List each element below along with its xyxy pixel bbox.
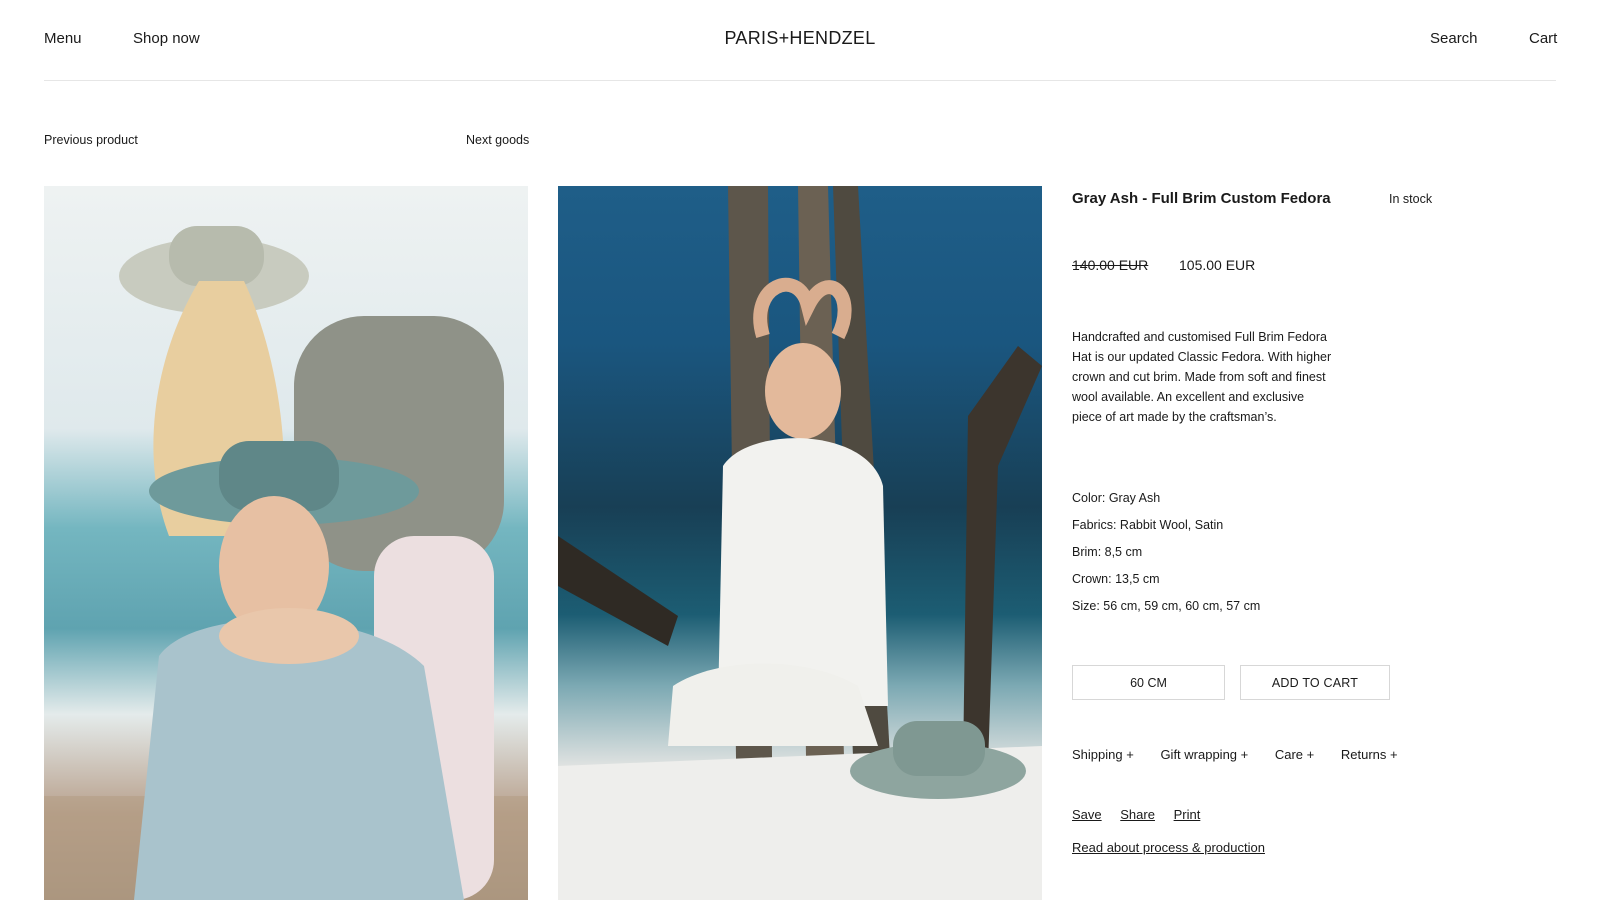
product-description: Handcrafted and customised Full Brim Fed… bbox=[1072, 330, 1332, 424]
add-to-cart-button[interactable]: ADD TO CART bbox=[1240, 665, 1390, 700]
shipping-accordion[interactable]: Shipping + bbox=[1072, 747, 1134, 762]
product-accordions: Shipping + Gift wrapping + Care + Return… bbox=[1072, 747, 1421, 762]
returns-accordion[interactable]: Returns + bbox=[1341, 747, 1398, 762]
cart-link[interactable]: Cart bbox=[1529, 30, 1557, 47]
spec-size: Size: 56 cm, 59 cm, 60 cm, 57 cm bbox=[1072, 599, 1261, 613]
brand-logo[interactable]: PARIS+HENDZEL bbox=[44, 28, 1556, 49]
sale-price: 105.00 EUR bbox=[1179, 257, 1256, 273]
original-price: 140.00 EUR bbox=[1072, 257, 1149, 273]
previous-product-link[interactable]: Previous product bbox=[44, 133, 138, 147]
product-photo-2-illustration bbox=[558, 186, 1042, 900]
site-header: Menu Shop now PARIS+HENDZEL Search Cart bbox=[44, 0, 1557, 81]
next-product-link[interactable]: Next goods bbox=[466, 133, 529, 147]
spec-fabrics: Fabrics: Rabbit Wool, Satin bbox=[1072, 518, 1224, 532]
search-link[interactable]: Search bbox=[1430, 30, 1478, 47]
product-specs: Color: Gray Ash Fabrics: Rabbit Wool, Sa… bbox=[1072, 488, 1260, 623]
spec-color: Color: Gray Ash bbox=[1072, 491, 1161, 505]
share-link[interactable]: Share bbox=[1120, 807, 1155, 822]
spec-crown: Crown: 13,5 cm bbox=[1072, 572, 1160, 586]
save-link[interactable]: Save bbox=[1072, 807, 1102, 822]
print-link[interactable]: Print bbox=[1174, 807, 1201, 822]
spec-brim: Brim: 8,5 cm bbox=[1072, 545, 1143, 559]
process-production-link[interactable]: Read about process & production bbox=[1072, 840, 1265, 855]
care-accordion[interactable]: Care + bbox=[1275, 747, 1314, 762]
product-actions: Save Share Print bbox=[1072, 807, 1215, 822]
product-photo-2[interactable] bbox=[558, 186, 1042, 900]
gift-wrapping-accordion[interactable]: Gift wrapping + bbox=[1160, 747, 1248, 762]
product-photo-1[interactable] bbox=[44, 186, 528, 900]
stock-status: In stock bbox=[1389, 192, 1433, 206]
product-title: Gray Ash - Full Brim Custom Fedora bbox=[1072, 190, 1331, 207]
size-selector[interactable]: 60 CM bbox=[1072, 665, 1225, 700]
product-photo-1-illustration bbox=[44, 226, 528, 900]
